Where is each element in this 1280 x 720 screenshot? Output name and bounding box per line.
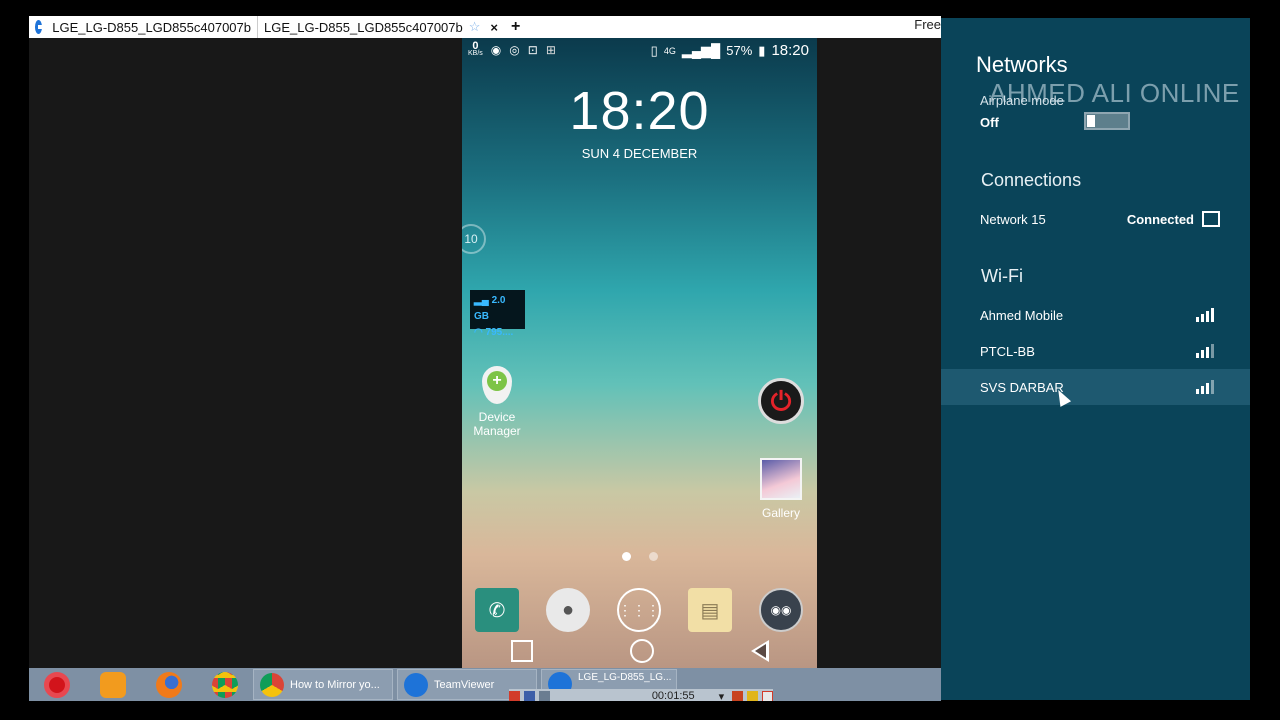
- recent-apps-button[interactable]: [510, 640, 533, 662]
- teamviewer-status-icon: ⊡: [527, 43, 538, 57]
- connection-state: Connected: [1126, 211, 1194, 227]
- free-label: Free: [914, 17, 941, 32]
- ethernet-monitor-icon: [1202, 211, 1220, 227]
- wifi-signal-icon: [1196, 344, 1214, 358]
- stop-icon[interactable]: [509, 690, 520, 701]
- window-label: LGE_LG-D855_LG...: [578, 672, 672, 683]
- firefox-taskbar-icon[interactable]: [141, 668, 197, 701]
- star-icon[interactable]: ☆: [469, 19, 481, 35]
- page-indicator: [462, 552, 817, 561]
- close-tab-button[interactable]: ×: [490, 20, 498, 35]
- phone-screen[interactable]: 0 KB/s ◉ ◎ ⊡ ⊞ ▯ 4G ▂▄▆█ 57% ▮ 18:20 18:…: [462, 38, 817, 668]
- watermark-text: AHMED ALI ONLINE: [989, 78, 1240, 108]
- taskbar-window-chrome[interactable]: How to Mirror yo...: [253, 669, 393, 700]
- tab-label: LGE_LG-D855_LGD855c407007b: [264, 19, 463, 35]
- clock-widget[interactable]: 18:20: [462, 80, 817, 142]
- wifi-header: Wi-Fi: [981, 266, 1023, 286]
- connection-row[interactable]: Network 15 Connected: [980, 211, 1220, 227]
- teamviewer-icon: [35, 20, 47, 34]
- screen-frame: LGE_LG-D855_LGD855c407007b LGE_LG-D855_L…: [0, 0, 1280, 720]
- recording-timer: 00:01:55: [651, 690, 695, 701]
- dropdown-arrow-icon[interactable]: ▾: [719, 690, 725, 702]
- connection-name: Network 15: [980, 211, 1046, 227]
- browser-tab-1[interactable]: LGE_LG-D855_LGD855c407007b: [29, 16, 257, 38]
- battery-icon: ▮: [758, 42, 766, 58]
- airplane-mode-state: Off: [980, 115, 999, 130]
- app-dock: ✆ ● ⋮⋮⋮ ▤ ◉◉: [462, 588, 817, 634]
- uc-browser-taskbar-icon[interactable]: [85, 668, 141, 701]
- power-icon: ⏻: [770, 386, 792, 416]
- wifi-data-value: ◠ 795....: [474, 327, 514, 338]
- phone-nav-bar: [462, 634, 817, 668]
- app-label: Gallery: [761, 506, 800, 520]
- app-folder-icon[interactable]: ◉◉: [759, 588, 803, 632]
- teamviewer-icon: [404, 672, 428, 697]
- windows-taskbar: How to Mirror yo... TeamViewer LGE_LG-D8…: [29, 668, 941, 701]
- wifi-network-name: Ahmed Mobile: [980, 307, 1064, 323]
- wifi-signal-icon: [1196, 308, 1214, 322]
- vibrate-icon: ▯: [650, 42, 658, 58]
- pause-icon[interactable]: [523, 690, 535, 701]
- back-button[interactable]: [750, 640, 769, 662]
- power-button[interactable]: ⏻: [758, 378, 804, 424]
- phone-status-bar: 0 KB/s ◉ ◎ ⊡ ⊞ ▯ 4G ▂▄▆█ 57% ▮ 18:20: [462, 38, 817, 62]
- wifi-network-row[interactable]: SVS DARBAR: [941, 369, 1250, 405]
- page-dot: [648, 552, 658, 561]
- airplane-mode-toggle[interactable]: [1084, 112, 1130, 130]
- wifi-icon: ◉: [490, 43, 502, 57]
- app-label: Device Manager: [473, 410, 521, 438]
- window-label: How to Mirror yo...: [290, 678, 380, 691]
- wifi-network-row[interactable]: PTCL-BB: [941, 333, 1250, 369]
- app-drawer-icon[interactable]: ⋮⋮⋮: [617, 588, 661, 632]
- browser-tab-2[interactable]: LGE_LG-D855_LGD855c407007b ☆ ×: [257, 16, 498, 38]
- panel-title: Networks: [976, 52, 1068, 77]
- signal-icon: ▂▄▆█: [681, 42, 721, 58]
- window-label: TeamViewer: [434, 678, 495, 691]
- camera-icon[interactable]: [538, 690, 550, 701]
- memo-app-icon[interactable]: ▤: [688, 588, 732, 632]
- date-label: SUN 4 DECEMBER: [581, 146, 698, 161]
- phone-app-icon[interactable]: ✆: [475, 588, 519, 632]
- chrome-icon: [260, 672, 284, 697]
- wifi-network-row[interactable]: Ahmed Mobile: [941, 297, 1250, 333]
- wifi-network-name: SVS DARBAR: [980, 379, 1064, 395]
- chrome-taskbar-icon[interactable]: [197, 668, 253, 701]
- refresh-icon[interactable]: [732, 690, 744, 701]
- opera-taskbar-icon[interactable]: [29, 668, 85, 701]
- tab-label: LGE_LG-D855_LGD855c407007b: [52, 19, 251, 35]
- battery-percent: 57%: [726, 43, 753, 58]
- close-icon[interactable]: [762, 690, 773, 701]
- mobile-data-value: ▂▄ 2.0 GB: [474, 295, 506, 322]
- lock-icon[interactable]: [747, 690, 759, 701]
- device-manager-app[interactable]: Device Manager: [464, 366, 530, 438]
- recording-toolbar: 00:01:55 ▾: [509, 689, 773, 701]
- data-usage-widget[interactable]: ▂▄ 2.0 GB ◠ 795....: [470, 290, 525, 338]
- gallery-icon: [760, 458, 802, 500]
- desktop-window: LGE_LG-D855_LGD855c407007b LGE_LG-D855_L…: [29, 16, 941, 701]
- contacts-app-icon[interactable]: ●: [546, 588, 590, 632]
- page-dot-active: [621, 552, 631, 561]
- wifi-network-name: PTCL-BB: [980, 343, 1035, 359]
- device-manager-icon: [482, 366, 512, 404]
- status-time: 18:20: [771, 42, 809, 59]
- wifi-signal-icon: [1196, 380, 1214, 394]
- status-right: ▯ 4G ▂▄▆█ 57% ▮ 18:20: [651, 42, 809, 59]
- speed-indicator: 0 KB/s: [468, 40, 483, 58]
- new-tab-button[interactable]: +: [511, 18, 520, 36]
- screen-icon: ⊞: [545, 43, 556, 57]
- floating-badge[interactable]: 10: [462, 224, 486, 254]
- gallery-app[interactable]: Gallery: [750, 458, 812, 520]
- eye-icon: ◎: [509, 43, 520, 57]
- networks-panel: Networks Airplane mode AHMED ALI ONLINE …: [941, 18, 1250, 700]
- home-button[interactable]: [629, 639, 654, 663]
- network-type: 4G: [663, 45, 676, 56]
- browser-tab-bar: LGE_LG-D855_LGD855c407007b LGE_LG-D855_L…: [29, 16, 941, 38]
- connections-header: Connections: [981, 170, 1082, 190]
